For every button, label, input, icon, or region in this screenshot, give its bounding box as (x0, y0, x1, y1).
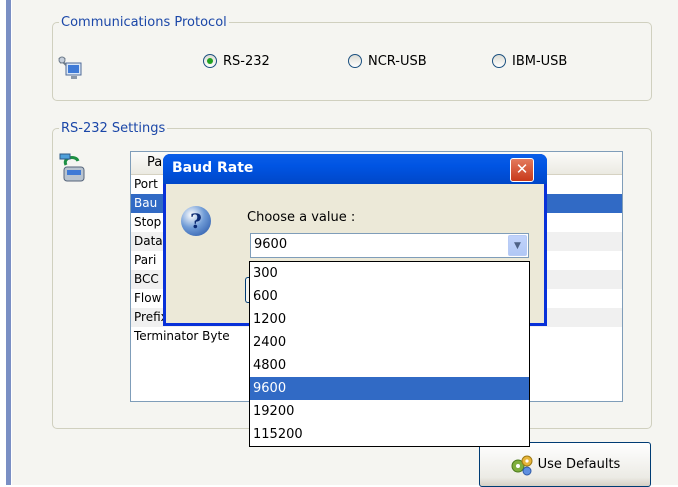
dropdown-option[interactable]: 1200 (250, 308, 529, 331)
question-icon: ? (181, 206, 211, 236)
dropdown-option[interactable]: 4800 (250, 354, 529, 377)
baud-rate-combobox[interactable]: 9600 ▼ (250, 233, 529, 258)
rs232-settings-legend: RS-232 Settings (61, 121, 166, 136)
grid-row-label: Terminator Byte (134, 329, 230, 343)
combobox-value: 9600 (254, 237, 288, 252)
dropdown-option[interactable]: 300 (250, 262, 529, 285)
radio-ncr-usb-label: NCR-USB (368, 53, 427, 69)
grid-header-parameter[interactable]: Pa (147, 155, 162, 170)
dropdown-option[interactable]: 2400 (250, 331, 529, 354)
grid-row-label: Pari (134, 253, 157, 267)
dialog-prompt: Choose a value : (247, 210, 356, 225)
use-defaults-label: Use Defaults (537, 457, 621, 472)
dialog-title-bar[interactable]: Baud Rate (163, 154, 547, 184)
grid-row-label: Bau (134, 196, 158, 210)
dropdown-option[interactable]: 115200 (250, 423, 529, 446)
radio-dot[interactable] (348, 54, 362, 68)
radio-ibm-usb-label: IBM-USB (512, 53, 568, 69)
close-icon[interactable]: ✕ (510, 158, 534, 182)
use-defaults-button[interactable]: Use Defaults (479, 442, 651, 487)
grid-row-label: Stop (134, 215, 162, 229)
left-edge-bar (0, 0, 12, 485)
dialog-title: Baud Rate (172, 160, 254, 176)
grid-row-label: Port (134, 177, 158, 191)
baud-rate-dropdown-list[interactable]: 300 600 1200 2400 4800 9600 19200 115200 (249, 261, 530, 447)
dropdown-option-selected[interactable]: 9600 (250, 377, 529, 400)
chevron-down-icon[interactable]: ▼ (508, 235, 527, 256)
radio-dot-selected[interactable] (203, 54, 217, 68)
communications-protocol-legend: Communications Protocol (61, 15, 227, 30)
gears-icon (511, 455, 533, 475)
radio-rs232-label: RS-232 (223, 53, 270, 69)
radio-ncr-usb[interactable]: NCR-USB (348, 52, 427, 70)
radio-ibm-usb[interactable]: IBM-USB (492, 52, 567, 70)
network-computer-icon (58, 56, 82, 79)
dropdown-option[interactable]: 19200 (250, 400, 529, 423)
grid-row-label: BCC (134, 272, 159, 286)
serial-cable-icon (59, 153, 85, 182)
grid-row-label: Data (134, 234, 163, 248)
dropdown-option[interactable]: 600 (250, 285, 529, 308)
radio-dot[interactable] (492, 54, 506, 68)
radio-rs232[interactable]: RS-232 (203, 52, 270, 70)
